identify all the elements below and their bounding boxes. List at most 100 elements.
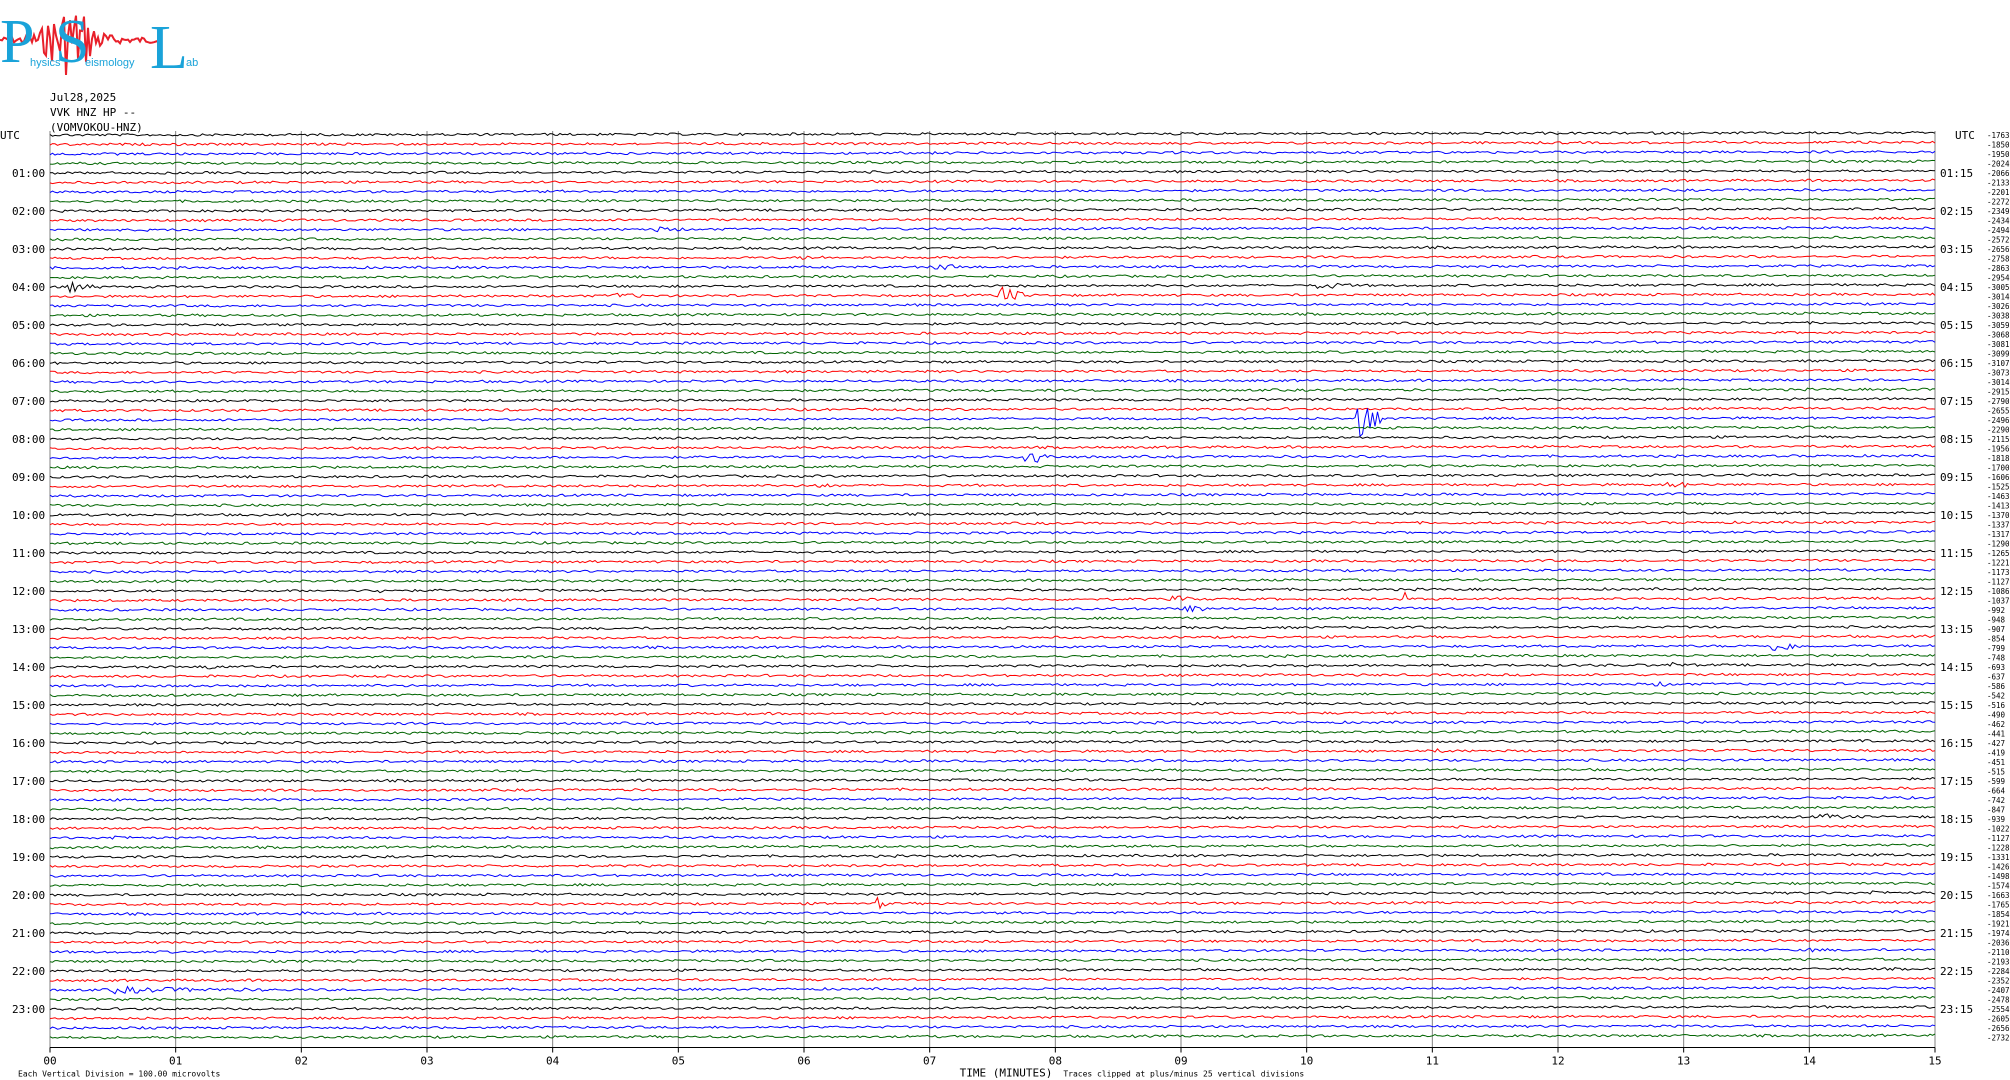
trace-offset-value: -2494	[1987, 226, 2010, 235]
trace-offset-value: -2024	[1987, 160, 2010, 169]
logo-subtext-2: eismology	[85, 57, 135, 69]
trace-offset-value: -586	[1987, 682, 2006, 691]
trace-offset-value: -1765	[1987, 901, 2010, 910]
trace-offset-value: -3059	[1987, 321, 2010, 330]
seismic-trace	[49, 938, 1936, 945]
trace-offset-value: -992	[1987, 606, 2005, 615]
trace-offset-value: -1221	[1987, 559, 2010, 568]
trace-offset-value: -2496	[1987, 416, 2010, 425]
left-hour-label: 02:00	[12, 205, 45, 218]
x-tick-label: 07	[923, 1055, 936, 1068]
trace-offset-value: -2066	[1987, 169, 2010, 178]
trace-offset-value: -427	[1987, 739, 2005, 748]
x-tick-label: 00	[43, 1055, 56, 1068]
seismic-trace	[49, 387, 1936, 394]
right-hour-label: 04:15	[1940, 281, 1973, 294]
seismic-trace	[49, 425, 1936, 432]
seismic-trace	[49, 397, 1936, 403]
seismic-trace	[49, 947, 1936, 954]
trace-offset-value: -2110	[1987, 948, 2010, 957]
right-hour-label: 23:15	[1940, 1003, 1973, 1016]
x-tick-label: 05	[672, 1055, 685, 1068]
seismic-trace	[49, 767, 1936, 774]
trace-offset-value: -3099	[1987, 350, 2010, 359]
seismic-trace	[49, 178, 1936, 185]
trace-offset-value: -3005	[1987, 283, 2010, 292]
trace-offset-value: -451	[1987, 758, 2005, 767]
seismic-trace	[49, 216, 1936, 223]
right-hour-label: 17:15	[1940, 775, 1973, 788]
seismic-trace	[49, 302, 1936, 308]
trace-offset-value: -462	[1987, 720, 2005, 729]
x-tick-label: 02	[295, 1055, 308, 1068]
right-hour-label: 05:15	[1940, 319, 1973, 332]
seismic-trace	[49, 330, 1936, 337]
right-hour-label: 11:15	[1940, 547, 1973, 560]
plot-date: Jul28,2025	[50, 91, 117, 104]
right-hour-label: 12:15	[1940, 585, 1973, 598]
trace-offset-value: -2758	[1987, 255, 2010, 264]
seismic-trace	[49, 729, 1936, 735]
seismic-trace	[49, 929, 1936, 935]
right-hour-label: 02:15	[1940, 205, 1973, 218]
seismic-trace	[49, 481, 1936, 489]
helicorder-plot: UTC UTC 01:00 02:00 03:00 04:00 05:00 06:00 07:0…	[0, 130, 2010, 1080]
trace-offset-value: -1498	[1987, 872, 2010, 881]
trace-offset-value: -2133	[1987, 179, 2010, 188]
trace-offset-value: -637	[1987, 673, 2005, 682]
trace-offset-value: -2284	[1987, 967, 2010, 976]
trace-offset-value: -2656	[1987, 245, 2010, 254]
seismic-trace	[49, 549, 1935, 555]
seismic-trace	[49, 739, 1936, 745]
x-tick-label: 13	[1677, 1055, 1690, 1068]
trace-offset-value: -1228	[1987, 844, 2010, 853]
seismic-trace	[49, 643, 1936, 651]
trace-offset-value: -1426	[1987, 863, 2010, 872]
scale-note: Each Vertical Division = 100.00 microvol…	[18, 1070, 220, 1079]
x-tick-label: 12	[1551, 1055, 1564, 1068]
right-hour-label: 13:15	[1940, 623, 1973, 636]
seismic-trace	[49, 919, 1936, 926]
seismic-trace	[49, 501, 1936, 508]
seismic-trace	[49, 453, 1936, 463]
trace-offset-value: -3107	[1987, 359, 2010, 368]
seismic-trace	[49, 710, 1936, 717]
trace-offset-value: -664	[1987, 787, 2006, 796]
seismic-trace	[49, 995, 1936, 1002]
trace-offset-value: -748	[1987, 654, 2006, 663]
seismic-trace	[49, 967, 1936, 973]
seismic-trace	[49, 188, 1936, 194]
seismic-trace	[49, 150, 1936, 156]
right-hour-label: 08:15	[1940, 433, 1973, 446]
trace-offset-value: -516	[1987, 701, 2006, 710]
trace-offset-value: -490	[1987, 711, 2006, 720]
x-tick-label: 01	[169, 1055, 182, 1068]
seismic-trace	[49, 577, 1936, 584]
left-hour-label: 22:00	[12, 965, 45, 978]
left-utc-header: UTC	[0, 130, 20, 142]
seismic-trace	[49, 539, 1936, 546]
seismic-trace	[49, 625, 1936, 631]
trace-offset-value: -2554	[1987, 1005, 2010, 1014]
trace-offset-value: -2478	[1987, 996, 2010, 1005]
trace-offset-value: -1663	[1987, 891, 2010, 900]
trace-offset-value: -2272	[1987, 198, 2010, 207]
seismic-trace	[50, 896, 1936, 910]
plot-channel: VVK HNZ HP --	[50, 106, 137, 119]
trace-offset-value: -847	[1987, 806, 2005, 815]
seismic-trace	[49, 140, 1936, 147]
trace-offset-value: -1525	[1987, 483, 2010, 492]
seismic-trace	[49, 130, 1936, 137]
trace-offset-value: -2790	[1987, 397, 2010, 406]
seismic-trace	[49, 910, 1936, 916]
trace-offset-value: -2290	[1987, 426, 2010, 435]
trace-offset-value: -1265	[1987, 549, 2010, 558]
seismic-trace	[50, 568, 1936, 574]
trace-offset-value: -1950	[1987, 150, 2010, 159]
trace-offset-value: -2732	[1987, 1034, 2010, 1043]
seismic-trace	[49, 492, 1936, 498]
trace-offset-value: -1290	[1987, 540, 2010, 549]
seismic-trace	[49, 834, 1936, 840]
logo-subtext-1: hysics	[30, 57, 61, 69]
seismic-trace	[49, 368, 1936, 375]
